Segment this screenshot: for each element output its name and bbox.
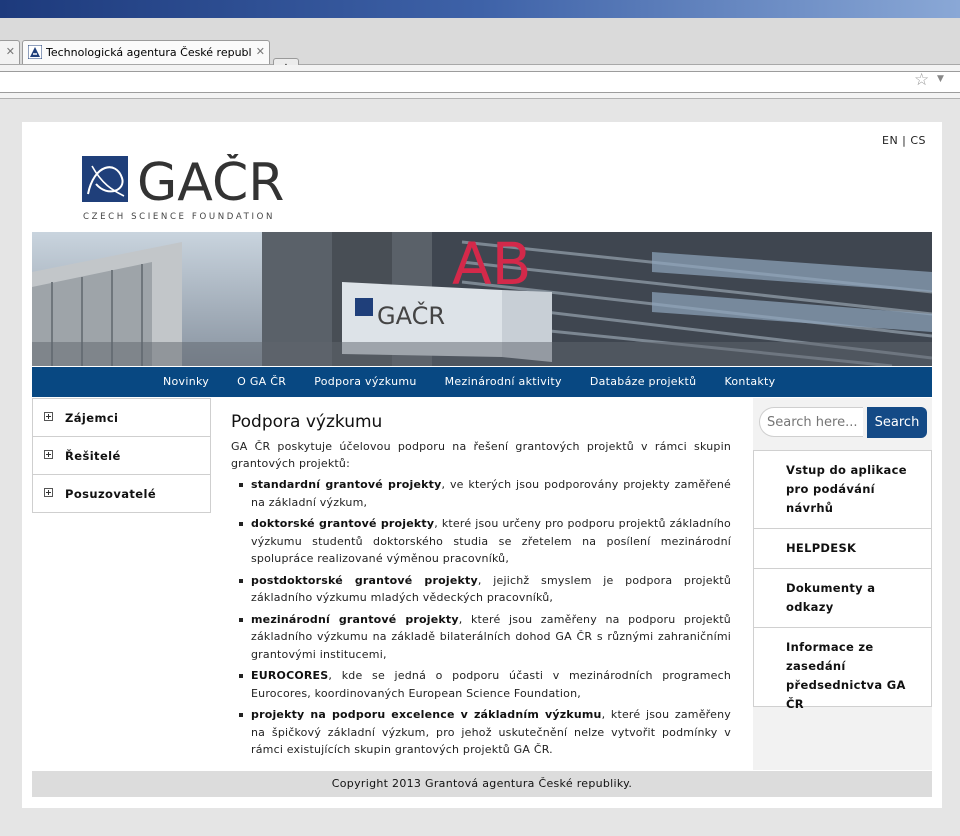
- logo-wordmark: GAČR: [137, 154, 284, 213]
- list-item: postdoktorské grantové projekty, jejichž…: [239, 572, 731, 607]
- left-sidebar: Zájemci Řešitelé Posuzovatelé: [32, 398, 211, 513]
- banner-building-letters: AB: [452, 232, 531, 298]
- item-title[interactable]: standardní grantové projekty: [251, 478, 441, 491]
- nav-mezinarodni-aktivity[interactable]: Mezinárodní aktivity: [445, 367, 562, 397]
- tab-title: Technologická agentura České republiky .…: [46, 46, 251, 59]
- list-item: mezinárodní grantové projekty, které jso…: [239, 611, 731, 664]
- link-helpdesk[interactable]: HELPDESK: [754, 529, 931, 569]
- tab-strip: ✕ Technologická agentura České republiky…: [0, 18, 960, 80]
- tab-previous[interactable]: ✕: [0, 40, 20, 64]
- bookmark-star-icon[interactable]: ☆: [914, 70, 929, 90]
- list-item: projekty na podporu excelence v základní…: [239, 706, 731, 759]
- nav-podpora-vyzkumu[interactable]: Podpora výzkumu: [314, 367, 416, 397]
- item-title[interactable]: projekty na podporu excelence v základní…: [251, 708, 602, 721]
- language-switcher[interactable]: EN | CS: [882, 134, 926, 147]
- intro-paragraph: GA ČR poskytuje účelovou podporu na řeše…: [231, 440, 731, 470]
- gacr-logo[interactable]: GAČR CZECH SCIENCE FOUNDATION: [82, 154, 312, 224]
- logo-tagline: CZECH SCIENCE FOUNDATION: [83, 212, 275, 222]
- list-item: doktorské grantové projekty, které jsou …: [239, 515, 731, 568]
- page-title: Podpora výzkumu: [231, 412, 383, 432]
- nav-o-ga-cr[interactable]: O GA ČR: [237, 367, 286, 397]
- sidebar-item-label: Řešitelé: [65, 449, 121, 463]
- address-field[interactable]: [0, 71, 960, 93]
- sidebar-item-label: Zájemci: [65, 411, 119, 425]
- dropdown-arrow-icon[interactable]: ▼: [937, 74, 944, 84]
- site-favicon-icon: [28, 45, 42, 59]
- grant-types-list: standardní grantové projekty, ve kterých…: [231, 476, 731, 759]
- right-sidebar: Search Vstup do aplikace pro podávání ná…: [753, 398, 932, 770]
- sidebar-item-resitele[interactable]: Řešitelé: [33, 437, 210, 475]
- sidebar-item-label: Posuzovatelé: [65, 487, 157, 501]
- main-navigation: Novinky O GA ČR Podpora výzkumu Mezináro…: [32, 367, 932, 397]
- close-tab-icon[interactable]: ✕: [256, 45, 265, 58]
- link-application-entry[interactable]: Vstup do aplikace pro podávání návrhů: [754, 451, 931, 529]
- page-footer: Copyright 2013 Grantová agentura České r…: [32, 771, 932, 797]
- nav-kontakty[interactable]: Kontakty: [724, 367, 775, 397]
- search-button[interactable]: Search: [867, 407, 927, 438]
- sidebar-item-zajemci[interactable]: Zájemci: [33, 399, 210, 437]
- header-banner-image: GAČR AB: [32, 232, 932, 366]
- address-toolbar: ☆ ▼: [0, 65, 960, 99]
- close-tab-icon[interactable]: ✕: [6, 45, 15, 58]
- window-titlebar: [0, 0, 960, 18]
- expand-plus-icon[interactable]: [44, 488, 53, 497]
- search-input[interactable]: [759, 407, 863, 437]
- web-page: EN | CS GAČR CZECH SCIENCE FOUNDATION GA…: [22, 122, 942, 808]
- main-content: Podpora výzkumu GA ČR poskytuje účelovou…: [231, 412, 731, 763]
- expand-plus-icon[interactable]: [44, 450, 53, 459]
- link-board-meetings[interactable]: Informace ze zasedání předsednictva GA Č…: [754, 628, 931, 724]
- tab-active[interactable]: Technologická agentura České republiky .…: [22, 40, 270, 64]
- nav-novinky[interactable]: Novinky: [163, 367, 209, 397]
- item-title[interactable]: doktorské grantové projekty: [251, 517, 434, 530]
- list-item: standardní grantové projekty, ve kterých…: [239, 476, 731, 511]
- banner-sign-text: GAČR: [377, 300, 445, 330]
- item-title[interactable]: postdoktorské grantové projekty: [251, 574, 478, 587]
- nav-databaze-projektu[interactable]: Databáze projektů: [590, 367, 697, 397]
- item-title[interactable]: EUROCORES: [251, 669, 328, 682]
- sidebar-item-posuzovatele[interactable]: Posuzovatelé: [33, 475, 210, 513]
- list-item: EUROCORES, kde se jedná o podporu účasti…: [239, 667, 731, 702]
- expand-plus-icon[interactable]: [44, 412, 53, 421]
- quick-links: Vstup do aplikace pro podávání návrhů HE…: [753, 450, 932, 711]
- link-documents[interactable]: Dokumenty a odkazy: [754, 569, 931, 628]
- item-title[interactable]: mezinárodní grantové projekty: [251, 613, 459, 626]
